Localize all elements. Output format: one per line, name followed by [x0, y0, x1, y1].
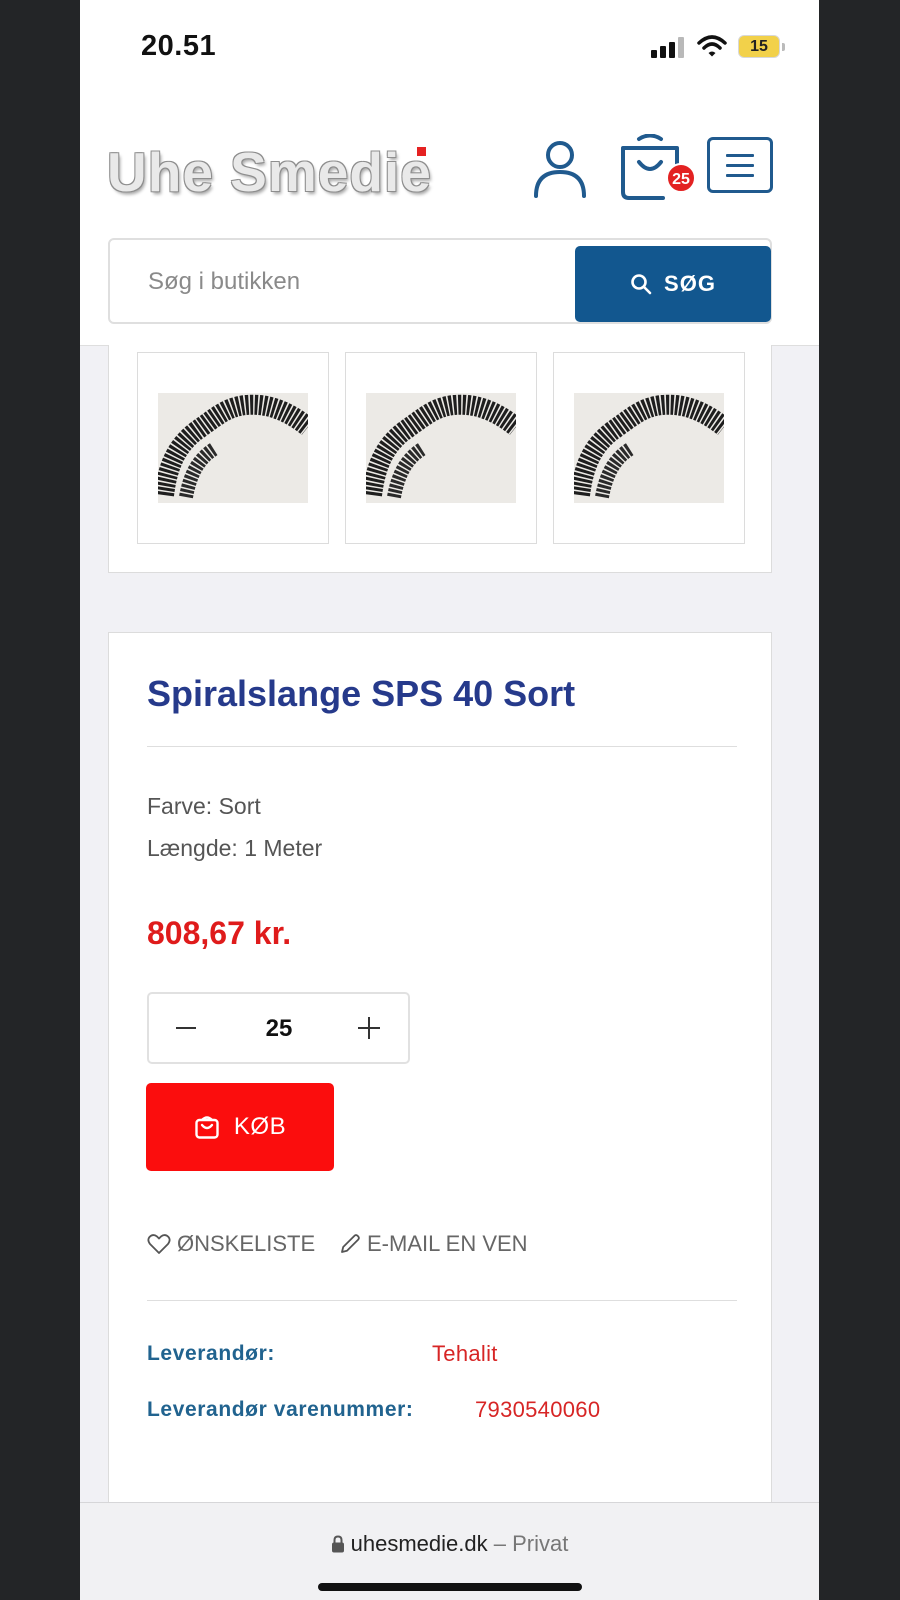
url-display: uhesmedie.dk – Privat: [80, 1531, 819, 1557]
lock-icon: [331, 1535, 344, 1553]
wishlist-link[interactable]: ØNSKELISTE: [147, 1231, 315, 1257]
home-indicator[interactable]: [318, 1583, 582, 1591]
divider: [147, 1300, 737, 1301]
quantity-stepper: [147, 992, 410, 1064]
search-button[interactable]: SØG: [575, 246, 771, 322]
minus-icon: [176, 1027, 196, 1029]
site-logo[interactable]: Uhe Smedie: [107, 140, 432, 204]
supplier-sku-label: Leverandør varenummer:: [147, 1398, 414, 1421]
divider: [147, 746, 737, 747]
url-text: uhesmedie.dk: [350, 1531, 488, 1556]
hose-image: [158, 393, 308, 503]
product-price: 808,67 kr.: [147, 915, 292, 951]
site-header: Uhe Smedie 25 Søg i butikken SØG: [80, 90, 819, 346]
product-title: Spiralslange SPS 40 Sort: [147, 673, 576, 714]
phone-screen: 20.51 15 Uhe Smedie 25 Søg i butikken SØ…: [80, 0, 819, 1600]
product-attribute-length: Længde: 1 Meter: [147, 835, 323, 861]
logo-accent: [417, 147, 426, 156]
quantity-input[interactable]: [227, 1006, 331, 1052]
wishlist-label: ØNSKELISTE: [177, 1231, 316, 1256]
gallery-thumbnail[interactable]: [553, 352, 745, 544]
shopping-bag-icon: [195, 1116, 219, 1139]
search-input[interactable]: [120, 248, 590, 316]
heart-icon: [147, 1234, 171, 1254]
user-icon: [534, 141, 586, 198]
product-info-card: Spiralslange SPS 40 Sort Farve: Sort Læn…: [108, 632, 772, 1512]
quantity-increase-button[interactable]: [339, 994, 409, 1062]
supplier-value[interactable]: Tehalit: [432, 1341, 498, 1367]
supplier-label: Leverandør:: [147, 1342, 275, 1365]
email-friend-label: E-MAIL EN VEN: [367, 1231, 528, 1256]
privacy-label: – Privat: [493, 1531, 569, 1556]
status-time: 20.51: [141, 30, 217, 62]
email-friend-link[interactable]: E-MAIL EN VEN: [339, 1231, 528, 1257]
account-button[interactable]: [530, 138, 590, 200]
gallery-thumbnail[interactable]: [345, 352, 537, 544]
battery-nub: [782, 43, 785, 51]
product-gallery: [108, 345, 772, 573]
wifi-icon: [697, 34, 727, 58]
hamburger-menu-button[interactable]: [707, 137, 773, 193]
signal-icon: [651, 36, 685, 58]
battery-icon: 15: [738, 35, 780, 58]
browser-url-bar[interactable]: uhesmedie.dk – Privat: [80, 1502, 819, 1600]
hose-image: [574, 393, 724, 503]
buy-button[interactable]: KØB: [146, 1083, 334, 1171]
hamburger-menu-icon: [726, 154, 754, 157]
cart-count-badge: 25: [666, 163, 696, 193]
gallery-thumbnail[interactable]: [137, 352, 329, 544]
hose-image: [366, 393, 516, 503]
search-icon: [631, 274, 652, 295]
quantity-decrease-button[interactable]: [149, 994, 219, 1062]
status-bar: 20.51 15: [80, 0, 819, 90]
search-bar: SØG: [108, 238, 772, 324]
product-attribute-color: Farve: Sort: [147, 793, 261, 819]
search-button-label: SØG: [664, 271, 716, 296]
buy-button-label: KØB: [233, 1113, 287, 1140]
pencil-icon: [341, 1234, 360, 1253]
supplier-sku-value: 7930540060: [475, 1397, 601, 1422]
